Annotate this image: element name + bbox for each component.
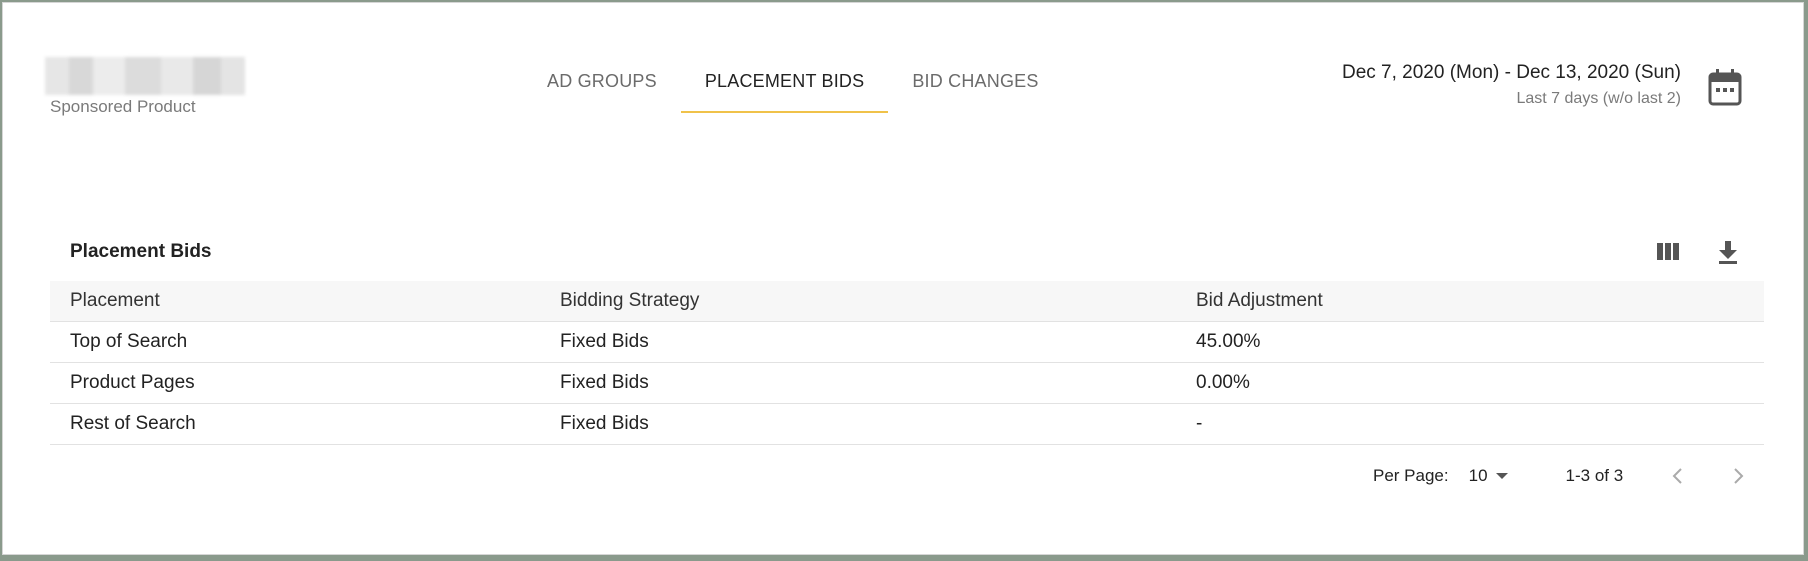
table-row: Product Pages Fixed Bids 0.00% xyxy=(50,362,1764,404)
date-preset-text: Last 7 days (w/o last 2) xyxy=(1516,90,1681,107)
column-header-bidding-strategy[interactable]: Bidding Strategy xyxy=(540,281,1176,322)
per-page-label: Per Page: xyxy=(1373,466,1449,485)
date-range-display[interactable]: Dec 7, 2020 (Mon) - Dec 13, 2020 (Sun) L… xyxy=(1342,62,1681,108)
bid-adjustment-cell: - xyxy=(1176,403,1764,445)
tab-bid-changes[interactable]: BID CHANGES xyxy=(888,59,1062,111)
pagination: Per Page: 10 1-3 of 3 xyxy=(1373,463,1748,489)
calendar-icon[interactable] xyxy=(1708,68,1742,106)
column-header-placement[interactable]: Placement xyxy=(50,281,540,322)
column-header-bid-adjustment[interactable]: Bid Adjustment xyxy=(1176,281,1764,322)
bid-adjustment-cell: 0.00% xyxy=(1176,362,1764,404)
download-icon[interactable] xyxy=(1715,239,1741,265)
chevron-left-icon[interactable] xyxy=(1668,466,1688,486)
table-row: Rest of Search Fixed Bids - xyxy=(50,403,1764,445)
per-page-select[interactable]: 10 xyxy=(1469,466,1508,486)
chevron-right-icon[interactable] xyxy=(1728,466,1748,486)
bidding-strategy-cell: Fixed Bids xyxy=(540,403,1176,445)
per-page-value: 10 xyxy=(1468,466,1488,485)
placement-cell: Rest of Search xyxy=(50,403,540,445)
table-header-row: Placement Bidding Strategy Bid Adjustmen… xyxy=(50,281,1764,322)
section-title: Placement Bids xyxy=(70,241,212,262)
placement-bids-table: Placement Bidding Strategy Bid Adjustmen… xyxy=(50,281,1764,445)
bidding-strategy-cell: Fixed Bids xyxy=(540,362,1176,404)
account-type-label: Sponsored Product xyxy=(50,97,196,116)
date-range-text: Dec 7, 2020 (Mon) - Dec 13, 2020 (Sun) xyxy=(1341,62,1681,83)
placement-bids-card: Sponsored Product AD GROUPS PLACEMENT BI… xyxy=(2,2,1804,555)
bid-adjustment-cell: 45.00% xyxy=(1176,321,1764,363)
page-range-text: 1-3 of 3 xyxy=(1565,466,1624,485)
tab-bar: AD GROUPS PLACEMENT BIDS BID CHANGES xyxy=(523,59,1063,113)
account-name-redacted xyxy=(45,57,245,95)
tab-placement-bids[interactable]: PLACEMENT BIDS xyxy=(680,59,889,113)
caret-down-icon xyxy=(1495,473,1508,479)
tab-ad-groups[interactable]: AD GROUPS xyxy=(523,59,681,111)
bidding-strategy-cell: Fixed Bids xyxy=(540,321,1176,363)
placement-cell: Top of Search xyxy=(50,321,540,363)
placement-cell: Product Pages xyxy=(50,362,540,404)
columns-icon[interactable] xyxy=(1655,239,1681,265)
table-row: Top of Search Fixed Bids 45.00% xyxy=(50,321,1764,363)
